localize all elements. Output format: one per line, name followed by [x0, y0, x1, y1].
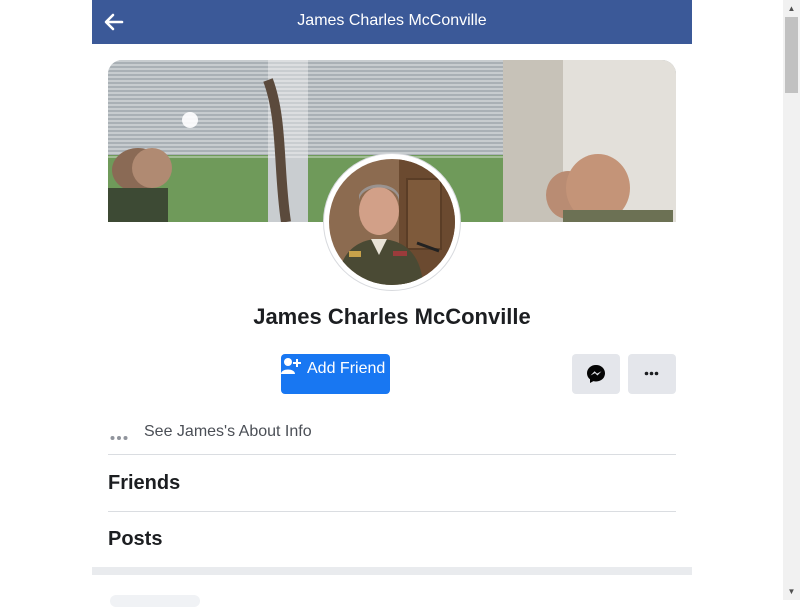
more-dots-icon [110, 428, 128, 446]
back-button[interactable] [102, 10, 126, 34]
more-options-button[interactable] [628, 354, 676, 394]
profile-photo [329, 159, 455, 285]
page-scrollbar[interactable]: ▲ ▼ [783, 0, 800, 600]
profile-name: James Charles McConville [253, 304, 531, 329]
scroll-up-arrow-icon[interactable]: ▲ [783, 0, 800, 17]
about-info-label: See James's About Info [144, 423, 312, 440]
messenger-icon [586, 364, 606, 389]
scroll-down-arrow-icon[interactable]: ▼ [783, 583, 800, 600]
see-about-info-link[interactable]: See James's About Info [108, 416, 676, 454]
avatar[interactable] [324, 154, 460, 290]
add-friend-label: Add Friend [307, 360, 386, 377]
more-horizontal-icon [644, 366, 660, 384]
scrollbar-thumb[interactable] [785, 17, 798, 93]
divider [108, 511, 676, 512]
arrow-left-icon [104, 13, 124, 31]
messenger-button[interactable] [572, 354, 620, 394]
add-friend-button[interactable]: Add Friend [281, 354, 390, 394]
divider [108, 454, 676, 455]
friends-section-title[interactable]: Friends [108, 472, 180, 495]
posts-section-title[interactable]: Posts [108, 528, 162, 551]
person-plus-icon [281, 356, 301, 381]
next-section-stub [110, 595, 200, 607]
top-bar: James Charles McConville [92, 0, 692, 44]
section-separator [92, 567, 692, 575]
profile-page: James Charles McConville James Charles M… [92, 0, 692, 607]
header-title: James Charles McConville [297, 12, 487, 29]
